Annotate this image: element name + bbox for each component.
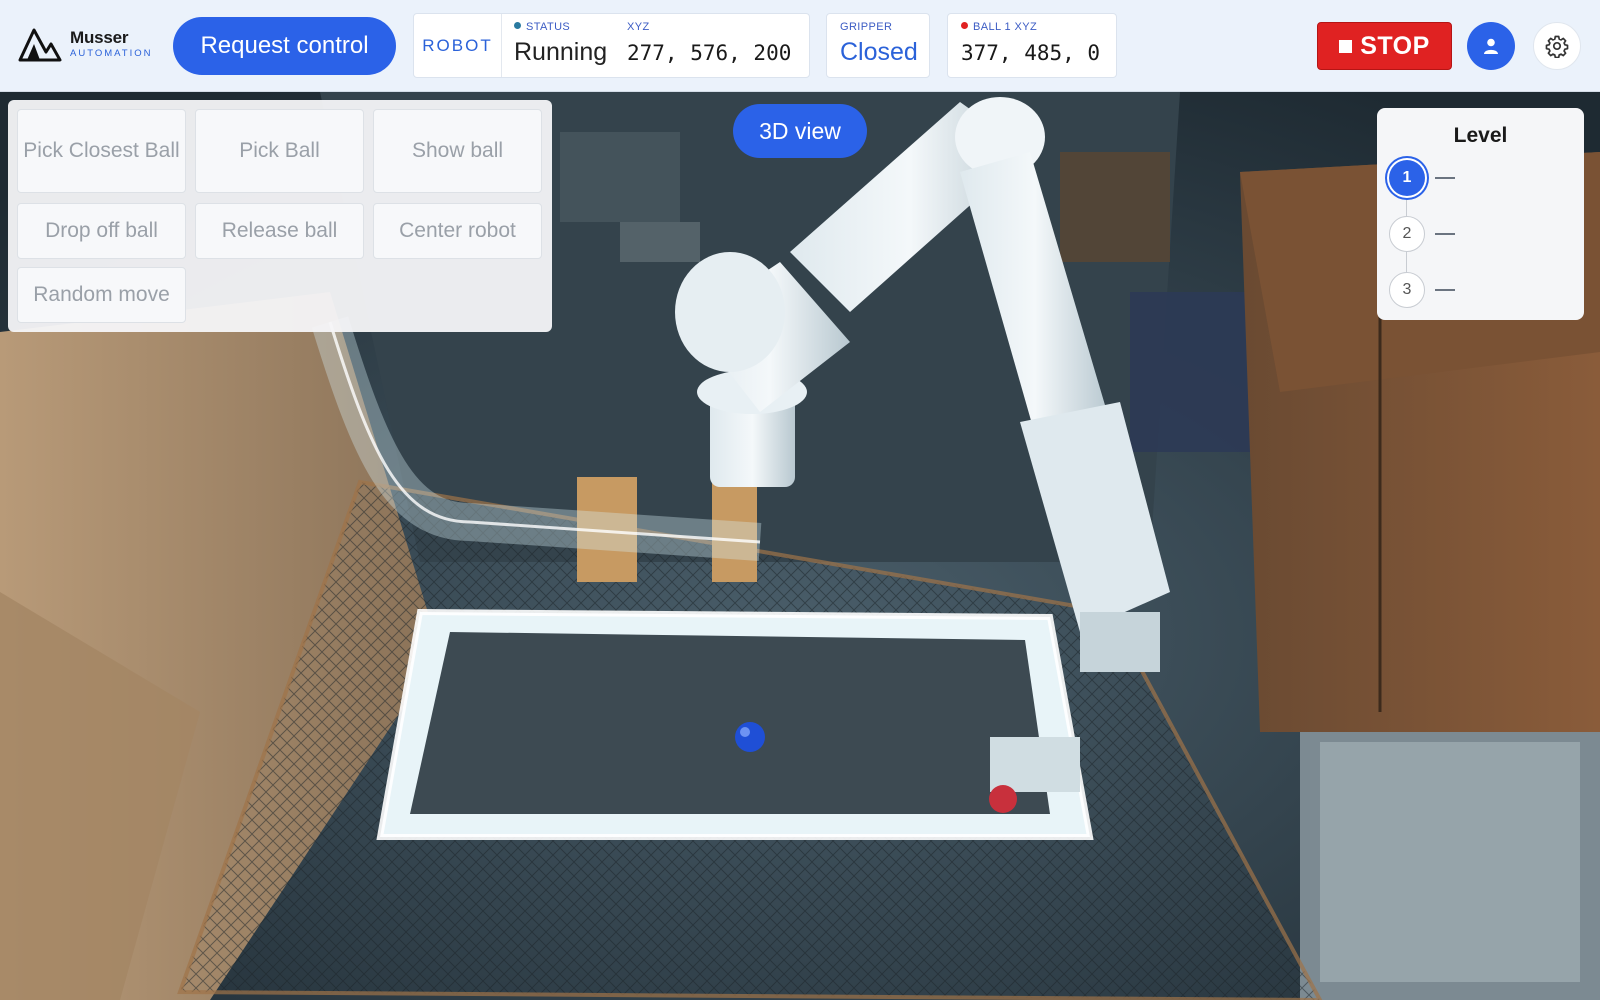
gripper-label: GRIPPER [840, 21, 893, 33]
drop-off-ball-button[interactable]: Drop off ball [17, 203, 186, 259]
stop-square-icon [1339, 39, 1353, 53]
center-robot-button[interactable]: Center robot [373, 203, 542, 259]
ball-xyz-value: 377, 485, 0 [961, 41, 1101, 65]
status-dot [514, 22, 521, 29]
top-bar: Musser AUTOMATION Request control ROBOT … [0, 0, 1600, 92]
release-ball-button[interactable]: Release ball [195, 203, 364, 259]
musser-logo-icon [18, 28, 62, 62]
status-value: Running [514, 38, 608, 66]
ball-label: BALL 1 XYZ [961, 21, 1037, 33]
show-ball-button[interactable]: Show ball [373, 109, 542, 193]
robot-status-card: ROBOT STATUS Running XYZ 277, 576, 200 [413, 13, 810, 78]
user-icon [1484, 38, 1498, 54]
brand-subtitle: AUTOMATION [70, 48, 153, 60]
stop-button[interactable]: STOP [1317, 22, 1452, 70]
xyz-label: XYZ [627, 21, 650, 33]
level-2-dash [1435, 233, 1455, 235]
level-2-button[interactable]: 2 [1389, 216, 1425, 252]
settings-button[interactable] [1533, 22, 1581, 70]
stop-label: STOP [1360, 31, 1430, 60]
brand-logo: Musser AUTOMATION [18, 26, 152, 62]
brand-name: Musser [70, 28, 129, 48]
gear-icon [1545, 35, 1569, 58]
level-title: Level [1453, 124, 1508, 147]
random-move-button[interactable]: Random move [17, 267, 186, 323]
ball-dot [961, 22, 968, 29]
level-3-button[interactable]: 3 [1389, 272, 1425, 308]
level-1-button[interactable]: 1 [1389, 160, 1425, 196]
level-1-dash [1435, 177, 1455, 179]
user-button[interactable] [1467, 22, 1515, 70]
request-control-button[interactable]: Request control [173, 17, 396, 75]
pick-closest-ball-button[interactable]: Pick Closest Ball [17, 109, 186, 193]
level-3-dash [1435, 289, 1455, 291]
action-panel: Pick Closest Ball Pick Ball Show ball Dr… [8, 100, 552, 332]
robot-tag: ROBOT [414, 14, 502, 77]
xyz-value: 277, 576, 200 [627, 41, 792, 65]
ball-position-card: BALL 1 XYZ 377, 485, 0 [947, 13, 1117, 78]
gripper-value: Closed [840, 38, 918, 66]
level-panel: Level 1 2 3 [1377, 108, 1584, 320]
gripper-card: GRIPPER Closed [826, 13, 930, 78]
pick-ball-button[interactable]: Pick Ball [195, 109, 364, 193]
3d-view-button[interactable]: 3D view [733, 104, 867, 158]
status-label: STATUS [514, 21, 570, 33]
